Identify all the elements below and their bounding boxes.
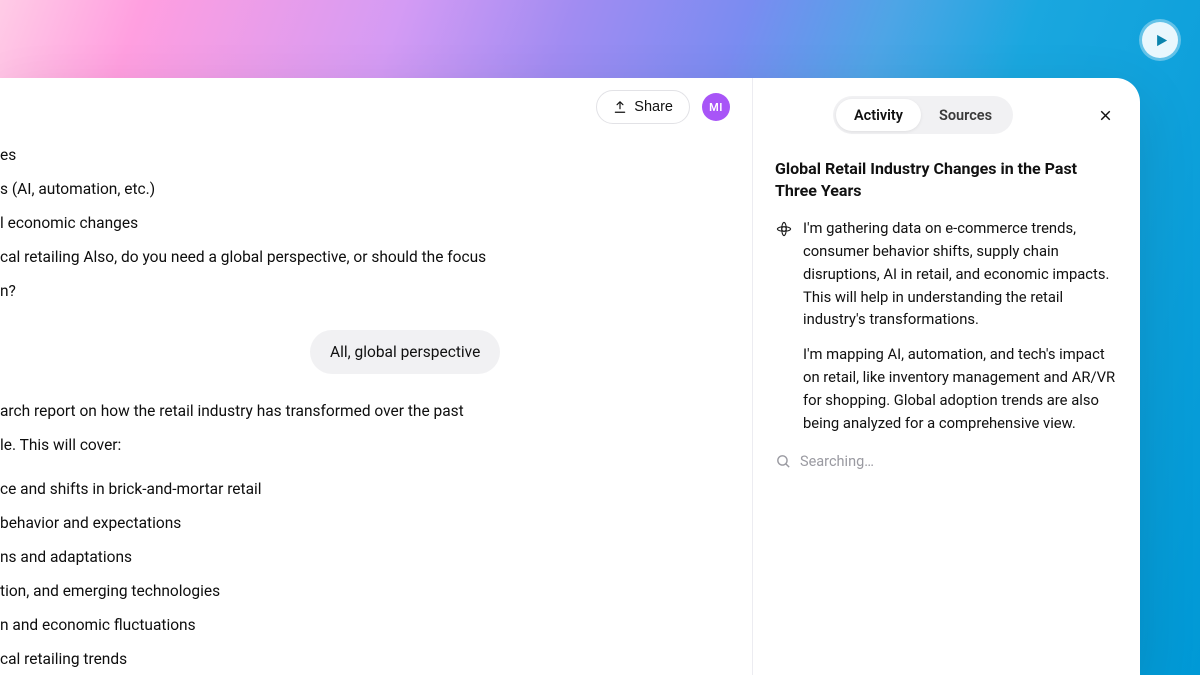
msg-fragment: ce and shifts in brick-and-mortar retail (0, 472, 752, 506)
close-panel-button[interactable] (1092, 102, 1118, 128)
activity-entry: I'm gathering data on e-commerce trends,… (775, 217, 1118, 447)
app-window: Share MI es s (AI, automation, etc.) l e… (0, 78, 1140, 675)
searching-row: Searching… (775, 453, 1118, 470)
msg-fragment: tion, and emerging technologies (0, 574, 752, 608)
side-panel-title: Global Retail Industry Changes in the Pa… (775, 158, 1118, 203)
avatar-initials: MI (709, 101, 723, 114)
play-overlay-badge[interactable] (1142, 22, 1178, 58)
msg-fragment: cal retailing trends (0, 642, 752, 675)
avatar[interactable]: MI (702, 93, 730, 121)
share-label: Share (634, 99, 673, 115)
activity-para: I'm mapping AI, automation, and tech's i… (803, 343, 1118, 435)
upload-icon (613, 100, 627, 114)
msg-fragment: cal retailing Also, do you need a global… (0, 240, 752, 274)
search-icon (775, 453, 792, 470)
msg-fragment: es (0, 138, 752, 172)
tab-activity[interactable]: Activity (836, 99, 921, 131)
activity-para: I'm gathering data on e-commerce trends,… (803, 217, 1118, 332)
main-column: Share MI es s (AI, automation, etc.) l e… (0, 78, 752, 675)
msg-fragment: n? (0, 274, 752, 308)
msg-fragment: le. This will cover: (0, 428, 752, 462)
ai-icon (775, 220, 793, 238)
activity-text: I'm gathering data on e-commerce trends,… (803, 217, 1118, 447)
msg-fragment: l economic changes (0, 206, 752, 240)
side-panel: Activity Sources Global Retail Industry … (752, 78, 1140, 675)
user-reply-row: All, global perspective (0, 308, 752, 394)
share-button[interactable]: Share (596, 90, 690, 124)
msg-fragment: ns and adaptations (0, 540, 752, 574)
tab-group: Activity Sources (833, 96, 1013, 134)
user-reply-bubble: All, global perspective (310, 330, 500, 374)
msg-fragment: n and economic fluctuations (0, 608, 752, 642)
msg-fragment: s (AI, automation, etc.) (0, 172, 752, 206)
conversation: es s (AI, automation, etc.) l economic c… (0, 90, 752, 675)
searching-label: Searching… (800, 453, 874, 470)
msg-fragment: behavior and expectations (0, 506, 752, 540)
header-actions: Share MI (596, 90, 730, 124)
msg-fragment: arch report on how the retail industry h… (0, 394, 752, 428)
tab-sources[interactable]: Sources (921, 99, 1010, 131)
play-icon (1154, 33, 1169, 48)
close-icon (1097, 107, 1114, 124)
side-panel-header: Activity Sources (775, 96, 1118, 134)
